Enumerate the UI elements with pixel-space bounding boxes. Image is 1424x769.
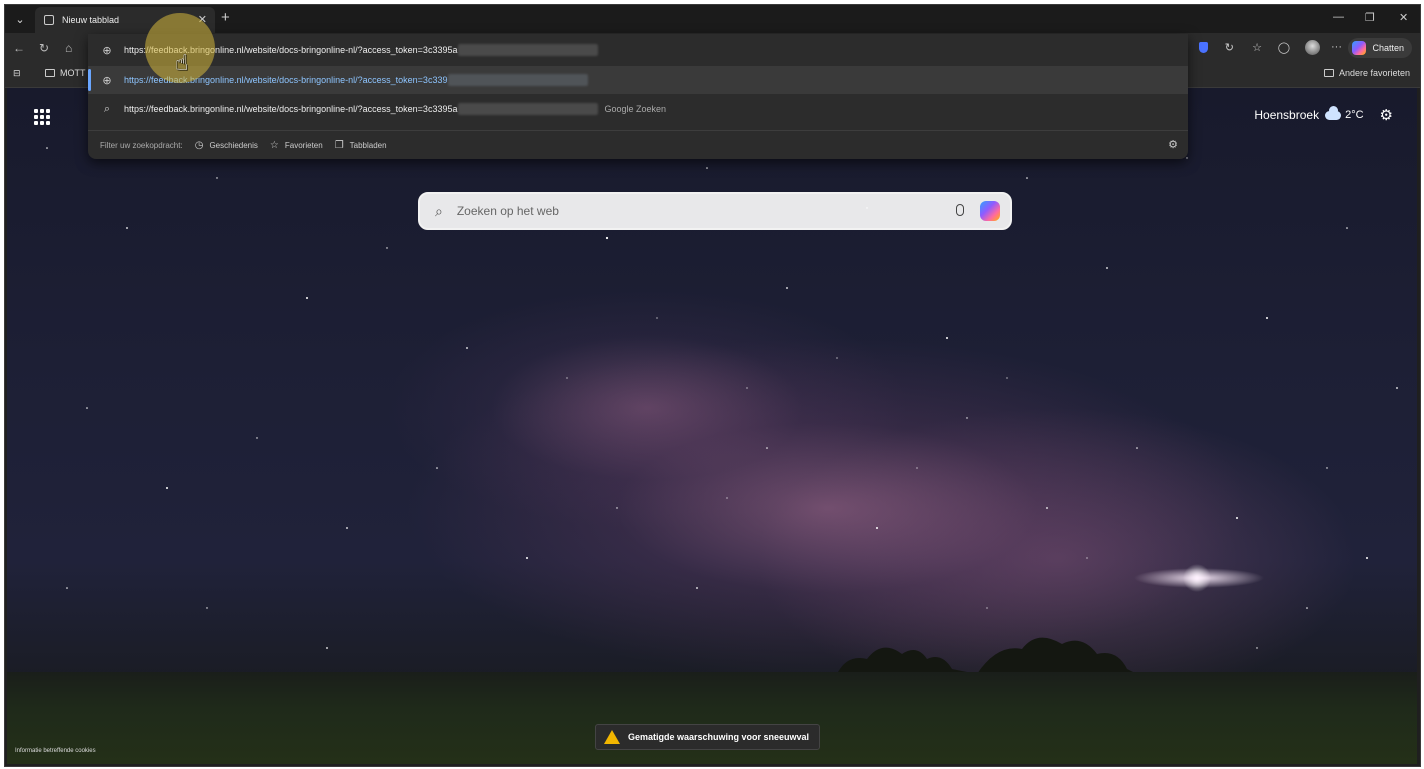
- close-window-button[interactable]: ✕: [1399, 11, 1408, 24]
- search-suggestion-item[interactable]: ⌕ https://feedback.bringonline.nl/websit…: [88, 95, 1188, 123]
- refresh-button[interactable]: ↻: [39, 41, 49, 55]
- favorites-folder-label: MOTT: [60, 68, 86, 78]
- browser-essentials-icon[interactable]: ◯: [1278, 41, 1290, 54]
- weather-alert-badge[interactable]: Gematigde waarschuwing voor sneeuwval: [595, 724, 821, 750]
- chat-label: Chatten: [1372, 43, 1404, 53]
- filter-label: Filter uw zoekopdracht:: [100, 141, 183, 150]
- history-icon: ◷: [194, 140, 204, 151]
- url-suggestion-item[interactable]: ⊕ https://feedback.bringonline.nl/websit…: [88, 66, 1188, 94]
- folder-icon: [1323, 69, 1334, 77]
- filter-tabs-chip[interactable]: ❐ Tabbladen: [335, 140, 387, 151]
- other-favorites-folder[interactable]: Andere favorieten: [1323, 68, 1410, 78]
- web-search-box[interactable]: ⌕: [418, 192, 1012, 230]
- redacted-token: [458, 103, 599, 115]
- filter-favorites-label: Favorieten: [284, 141, 323, 150]
- shield-extension-icon[interactable]: [1199, 42, 1208, 53]
- search-filter-bar: Filter uw zoekopdracht: ◷ Geschiedenis ☆…: [88, 130, 1188, 160]
- apps-grid-icon[interactable]: [34, 109, 50, 125]
- favorites-star-icon[interactable]: ☆: [1252, 41, 1262, 54]
- globe-icon: ⊕: [102, 74, 112, 87]
- new-tab-page: Hoensbroek 2°C ⚙ ⌕ Gematigde waarschuwin…: [7, 88, 1417, 764]
- ground: [7, 672, 1417, 764]
- search-engine-label: Google Zoeken: [604, 104, 667, 114]
- tab-actions-menu-button[interactable]: ⌄: [11, 10, 29, 28]
- cookie-info-link[interactable]: Informatie betreffende cookies: [15, 748, 96, 754]
- hand-cursor-icon: ☝: [175, 50, 189, 75]
- other-favorites-label: Andere favorieten: [1338, 68, 1410, 78]
- suggestion-settings-gear-icon[interactable]: ⚙: [1168, 138, 1178, 151]
- page-settings-gear-icon[interactable]: ⚙: [1380, 106, 1393, 124]
- folder-icon: [45, 69, 55, 77]
- filter-history-chip[interactable]: ◷ Geschiedenis: [195, 140, 258, 151]
- filter-favorites-chip[interactable]: ☆ Favorieten: [270, 140, 323, 151]
- browser-window: ⌄ Nieuw tabblad ✕ + — ❐ ✕ ← ↻ ⌂ ↻ ☆ ◯ ··…: [4, 4, 1421, 767]
- extension-icon[interactable]: ↻: [1225, 41, 1234, 54]
- home-button[interactable]: ⌂: [65, 41, 72, 55]
- weather-widget[interactable]: Hoensbroek 2°C ⚙: [1254, 105, 1393, 124]
- back-button[interactable]: ←: [13, 41, 25, 55]
- address-input-row[interactable]: ⊕ https://feedback.bringonline.nl/websit…: [88, 36, 1188, 64]
- filter-history-label: Geschiedenis: [209, 141, 258, 150]
- search-icon: ⌕: [435, 202, 443, 219]
- star-icon: ☆: [269, 140, 279, 151]
- filter-tabs-label: Tabbladen: [349, 141, 387, 150]
- weather-alert-text: Gematigde waarschuwing voor sneeuwval: [628, 732, 810, 742]
- tab-bar: ⌄ Nieuw tabblad ✕ + — ❐ ✕: [5, 5, 1420, 33]
- restore-button[interactable]: ❐: [1365, 11, 1375, 24]
- warning-icon: [604, 730, 620, 744]
- globe-icon: ⊕: [102, 44, 112, 57]
- starfield-background: [46, 147, 1398, 649]
- page-icon: [44, 15, 54, 25]
- search-suggestion-text: https://feedback.bringonline.nl/website/…: [124, 104, 458, 114]
- cloud-icon: [1325, 105, 1342, 120]
- copilot-icon: [1352, 41, 1367, 55]
- profile-avatar[interactable]: [1305, 40, 1320, 55]
- weather-temperature: 2°C: [1345, 109, 1364, 121]
- more-menu-icon[interactable]: ···: [1331, 41, 1342, 53]
- tab-title: Nieuw tabblad: [62, 15, 120, 25]
- copilot-icon[interactable]: [980, 201, 1000, 221]
- microphone-icon[interactable]: [956, 204, 964, 216]
- redacted-token: [458, 44, 599, 56]
- address-suggestions-dropdown: ⊕ https://feedback.bringonline.nl/websit…: [88, 34, 1188, 159]
- copilot-chat-button[interactable]: Chatten: [1348, 38, 1412, 58]
- web-search-input[interactable]: [454, 203, 929, 219]
- favorites-folder[interactable]: MOTT: [45, 68, 86, 78]
- weather-location: Hoensbroek: [1254, 108, 1320, 122]
- search-icon: ⌕: [103, 102, 111, 115]
- tabs-icon: ❐: [334, 140, 344, 151]
- new-tab-button[interactable]: +: [221, 9, 230, 26]
- minimize-button[interactable]: —: [1333, 11, 1344, 23]
- redacted-token: [448, 74, 589, 86]
- favorites-toggle-icon[interactable]: ⊟: [13, 68, 21, 79]
